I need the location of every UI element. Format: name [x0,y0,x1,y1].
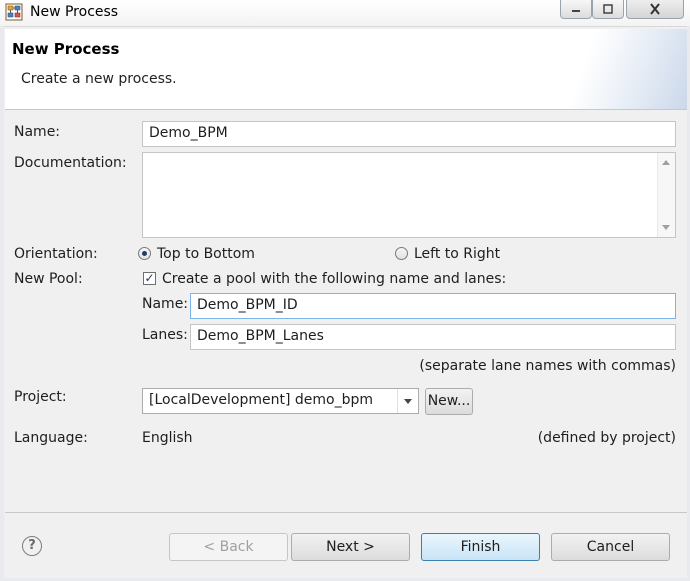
create-pool-checkbox-label[interactable]: Create a pool with the following name an… [162,271,506,287]
minimize-button[interactable] [560,0,592,19]
footer-separator [5,512,687,513]
new-pool-label: New Pool: [14,271,83,287]
orientation-option-label[interactable]: Top to Bottom [157,246,255,262]
maximize-icon [603,4,613,14]
close-button[interactable] [626,0,684,19]
cancel-button[interactable]: Cancel [551,533,670,561]
wizard-header: New Process Create a new process. [5,29,687,110]
name-field[interactable]: Demo_BPM [142,121,676,147]
wizard-content: Name: Demo_BPM Documentation: Orientatio… [5,110,687,510]
language-note: (defined by project) [537,430,676,446]
maximize-button[interactable] [592,0,624,19]
scroll-up-icon[interactable] [662,160,670,165]
project-select-value: [LocalDevelopment] demo_bpm [149,392,374,408]
lanes-label: Lanes: [142,327,188,343]
lanes-hint: (separate lane names with commas) [419,358,676,374]
help-icon[interactable]: ? [22,536,42,556]
orientation-label: Orientation: [14,246,98,262]
pool-name-field[interactable]: Demo_BPM_ID [190,293,676,319]
radio-top-to-bottom[interactable] [138,247,151,260]
documentation-label: Documentation: [14,155,127,171]
project-label: Project: [14,389,67,405]
new-project-button[interactable]: New... [425,388,473,415]
wizard-title: New Process [12,40,120,58]
documentation-scrollbar[interactable] [657,153,675,237]
scroll-down-icon[interactable] [662,225,670,230]
wizard-description: Create a new process. [21,71,177,87]
minimize-icon [572,10,580,12]
language-label: Language: [14,430,88,446]
lanes-field[interactable]: Demo_BPM_Lanes [190,324,676,350]
window-title: New Process [30,4,119,20]
title-bar: New Process [0,0,690,27]
name-label: Name: [14,124,61,140]
finish-button[interactable]: Finish [421,533,540,561]
project-select[interactable]: [LocalDevelopment] demo_bpm [142,388,419,414]
window-frame-left [0,26,4,581]
close-icon [650,3,660,15]
header-decoration [567,29,687,109]
process-app-icon [5,3,23,21]
orientation-option-label[interactable]: Left to Right [414,246,500,262]
chevron-down-icon[interactable] [397,389,418,413]
back-button[interactable]: < Back [169,533,288,561]
create-pool-checkbox[interactable]: ✓ [143,272,156,285]
documentation-field[interactable] [142,152,676,238]
pool-name-label: Name: [142,296,189,312]
language-value: English [142,430,193,446]
next-button[interactable]: Next > [291,533,410,561]
radio-left-to-right[interactable] [395,247,408,260]
